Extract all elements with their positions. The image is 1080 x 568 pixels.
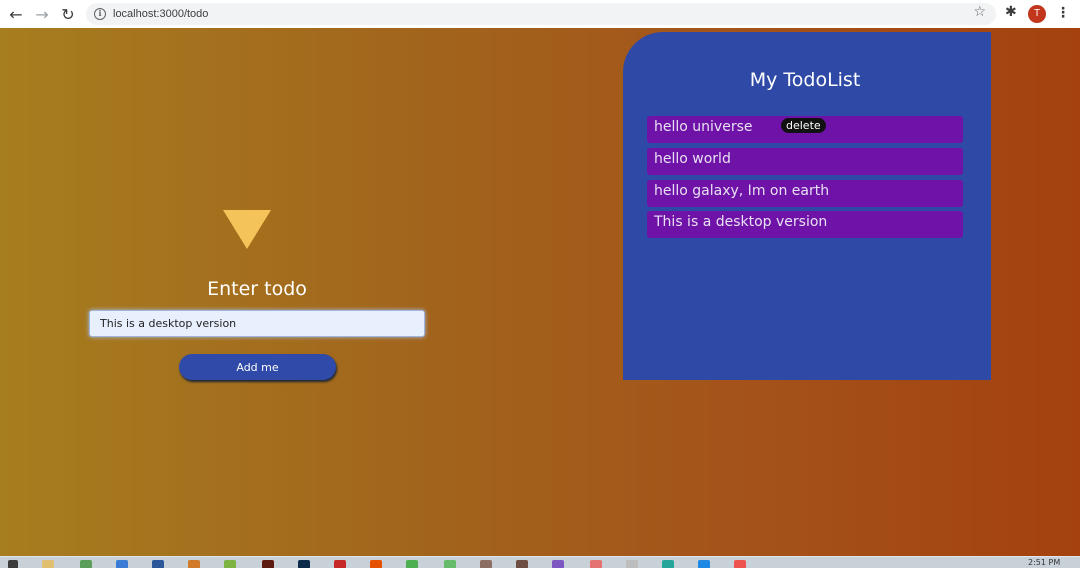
taskbar-clock[interactable]: 2:51 PM [1028,558,1060,567]
address-bar[interactable]: i localhost:3000/todo ☆ [86,3,996,25]
star-icon[interactable]: ☆ [973,4,986,20]
url-text[interactable]: localhost:3000/todo [113,8,208,20]
app-icon[interactable] [116,560,128,568]
app-icon[interactable] [552,560,564,568]
todo-item-text: hello world [654,151,731,167]
app-icon[interactable] [480,560,492,568]
delete-button[interactable]: delete [781,118,826,133]
info-icon[interactable]: i [94,8,106,20]
reload-icon[interactable]: ↻ [55,1,81,27]
enter-todo-title: Enter todo [207,278,307,300]
extensions-icon[interactable]: ✱ [1005,4,1017,20]
avatar[interactable]: T [1028,5,1046,23]
vscode-icon[interactable] [698,560,710,568]
app-icon[interactable] [516,560,528,568]
triangle-logo-icon [223,210,271,249]
word-icon[interactable] [152,560,164,568]
todo-item-text: hello universe [654,119,753,135]
app-icon[interactable] [590,560,602,568]
todo-item[interactable]: This is a desktop version [647,211,963,238]
windows-taskbar: 2:51 PM [0,556,1080,568]
todo-input[interactable] [89,310,425,337]
app-icon[interactable] [224,560,236,568]
app-icon[interactable] [444,560,456,568]
add-me-button[interactable]: Add me [179,354,336,380]
photoshop-icon[interactable] [298,560,310,568]
back-arrow-icon[interactable]: ← [3,1,29,27]
app-icon[interactable] [334,560,346,568]
todo-item[interactable]: hello galaxy, Im on earth [647,180,963,207]
file-explorer-icon[interactable] [42,560,54,568]
windows-start-icon[interactable] [8,560,18,568]
menu-icon[interactable]: ⋮ [1056,5,1070,21]
todo-item-text: This is a desktop version [654,214,828,230]
app-icon[interactable] [80,560,92,568]
app-icon[interactable] [370,560,382,568]
todo-item-text: hello galaxy, Im on earth [654,183,830,199]
app-icon[interactable] [626,560,638,568]
todo-item[interactable]: hello universe delete [647,116,963,143]
chrome-icon[interactable] [406,560,418,568]
app-icon[interactable] [188,560,200,568]
todo-page: Enter todo Add me My TodoList hello univ… [0,28,1080,556]
forward-arrow-icon[interactable]: → [29,1,55,27]
app-icon[interactable] [662,560,674,568]
todo-list-panel: My TodoList hello universe delete hello … [623,32,991,380]
chrome-icon[interactable] [734,560,746,568]
todo-item[interactable]: hello world [647,148,963,175]
app-icon[interactable] [262,560,274,568]
todo-list-title: My TodoList [749,69,861,91]
browser-toolbar: ← → ↻ i localhost:3000/todo ☆ ✱ T ⋮ [0,0,1080,28]
